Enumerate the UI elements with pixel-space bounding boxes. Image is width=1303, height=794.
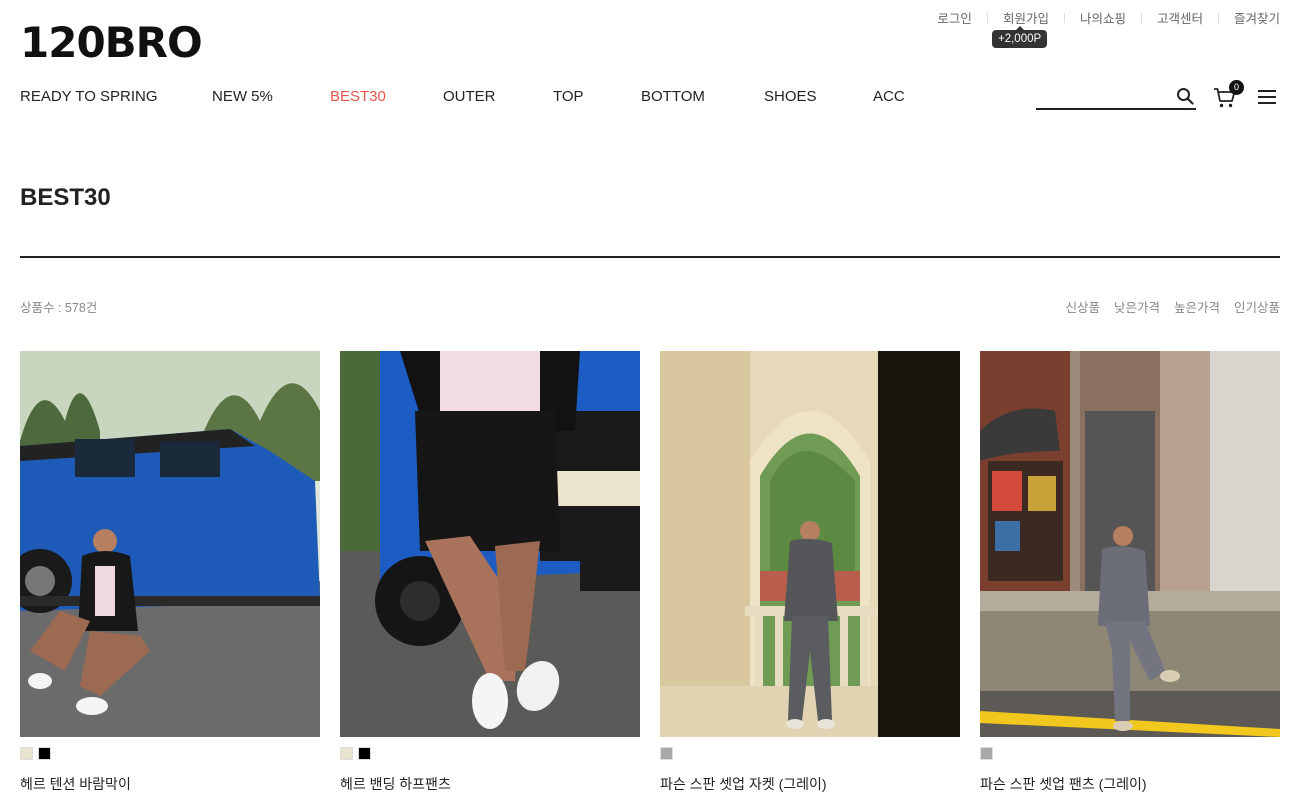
- product-count: 상품수 : 578건: [20, 301, 98, 315]
- bookmark-link[interactable]: 즐겨찾기: [1234, 8, 1280, 27]
- product-card[interactable]: 헤르 텐션 바람막이: [20, 351, 320, 794]
- top-links: 로그인 회원가입 나의쇼핑 고객센터 즐겨찾기: [937, 8, 1280, 27]
- hamburger-menu-icon[interactable]: [1257, 88, 1277, 106]
- my-shopping-link[interactable]: 나의쇼핑: [1080, 8, 1126, 27]
- nav-item-new[interactable]: NEW 5%: [212, 88, 273, 105]
- nav-item-outer[interactable]: OUTER: [443, 88, 496, 105]
- page-title: BEST30: [20, 184, 111, 211]
- product-card[interactable]: 파슨 스판 셋업 자켓 (그레이): [660, 351, 960, 794]
- nav-item-bottom[interactable]: BOTTOM: [641, 88, 705, 105]
- color-swatch-cream: [340, 747, 353, 760]
- product-card[interactable]: 파슨 스판 셋업 팬츠 (그레이): [980, 351, 1280, 794]
- product-name[interactable]: 파슨 스판 셋업 자켓 (그레이): [660, 774, 960, 794]
- color-swatch-cream: [20, 747, 33, 760]
- cart-count-badge: 0: [1229, 80, 1244, 95]
- sort-high-price[interactable]: 높은가격: [1174, 297, 1220, 316]
- color-swatch-gray: [660, 747, 673, 760]
- sort-options: 신상품 낮은가격 높은가격 인기상품: [1065, 297, 1280, 316]
- main-nav: READY TO SPRING NEW 5% BEST30 OUTER TOP …: [20, 88, 920, 108]
- product-image[interactable]: [20, 351, 320, 737]
- product-grid: 헤르 텐션 바람막이 헤르 밴딩 하프팬츠 파슨 스판 셋업 자켓 (그레이) …: [20, 351, 1280, 794]
- color-swatches: [660, 747, 960, 760]
- product-name[interactable]: 헤르 밴딩 하프팬츠: [340, 774, 640, 794]
- color-swatches: [980, 747, 1280, 760]
- color-swatch-black: [358, 747, 371, 760]
- nav-item-shoes[interactable]: SHOES: [764, 88, 817, 105]
- divider: [1217, 12, 1219, 23]
- product-name[interactable]: 파슨 스판 셋업 팬츠 (그레이): [980, 774, 1280, 794]
- product-name[interactable]: 헤르 텐션 바람막이: [20, 774, 320, 794]
- brand-logo[interactable]: 120BRO: [20, 18, 203, 67]
- product-image[interactable]: [340, 351, 640, 737]
- color-swatches: [20, 747, 320, 760]
- cart-button[interactable]: 0: [1213, 80, 1244, 110]
- signup-points-tooltip: +2,000P: [992, 26, 1048, 48]
- customer-center-link[interactable]: 고객센터: [1157, 8, 1203, 27]
- color-swatches: [340, 747, 640, 760]
- color-swatch-black: [38, 747, 51, 760]
- nav-item-best30[interactable]: BEST30: [330, 88, 386, 105]
- divider: [986, 12, 988, 23]
- search-icon[interactable]: [1176, 87, 1194, 105]
- login-link[interactable]: 로그인: [937, 8, 972, 27]
- divider: [1063, 12, 1065, 23]
- product-card[interactable]: 헤르 밴딩 하프팬츠: [340, 351, 640, 794]
- nav-item-ready-to-spring[interactable]: READY TO SPRING: [20, 88, 158, 105]
- product-image[interactable]: [660, 351, 960, 737]
- sort-low-price[interactable]: 낮은가격: [1114, 297, 1160, 316]
- nav-item-acc[interactable]: ACC: [873, 88, 905, 105]
- sort-popular[interactable]: 인기상품: [1234, 297, 1280, 316]
- search-box: [1036, 84, 1196, 110]
- color-swatch-gray: [980, 747, 993, 760]
- divider: [1140, 12, 1142, 23]
- signup-link[interactable]: 회원가입: [1003, 8, 1049, 27]
- nav-item-top[interactable]: TOP: [553, 88, 584, 105]
- search-input[interactable]: [1036, 84, 1166, 108]
- product-image[interactable]: [980, 351, 1280, 737]
- sort-newest[interactable]: 신상품: [1065, 297, 1100, 316]
- title-divider: [20, 256, 1280, 258]
